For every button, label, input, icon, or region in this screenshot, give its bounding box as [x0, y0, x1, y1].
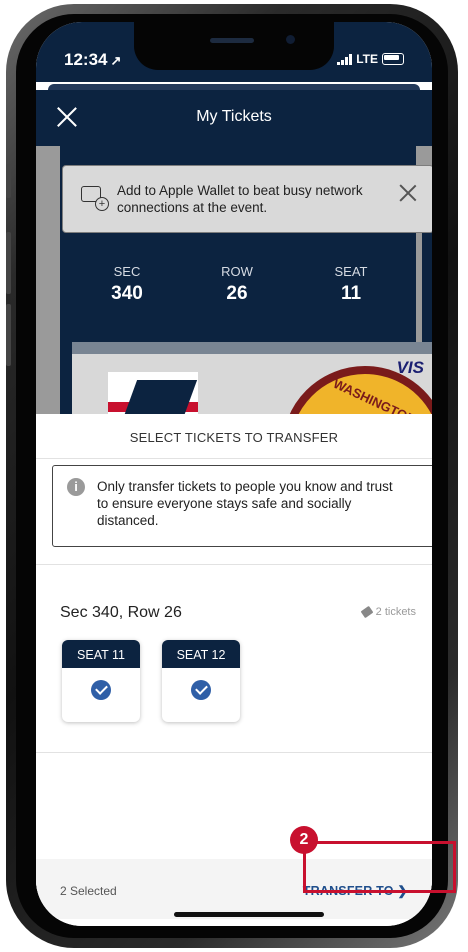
- wallet-add-icon: [81, 186, 109, 211]
- wallet-banner-text: Add to Apple Wallet to beat busy network…: [117, 183, 363, 215]
- seat-label: SEAT: [334, 264, 368, 279]
- highlight-box: [303, 841, 456, 893]
- status-indicators: LTE: [337, 52, 404, 66]
- ticket-tag-icon: [360, 605, 374, 619]
- ticket-section: SEC 340: [82, 264, 172, 305]
- divider: [36, 752, 432, 753]
- checkmark-icon[interactable]: [91, 680, 111, 700]
- ticket-seat: SEAT 11: [306, 264, 396, 305]
- safety-notice: i Only transfer tickets to people you kn…: [52, 465, 432, 547]
- section-value: 340: [111, 283, 143, 304]
- notice-text: Only transfer tickets to people you know…: [97, 479, 393, 528]
- network-label: LTE: [356, 52, 378, 66]
- volume-up-button: [6, 232, 11, 294]
- checkmark-icon[interactable]: [191, 680, 211, 700]
- divider: [36, 564, 432, 565]
- game-artwork: WASHINGTON VIS: [72, 342, 432, 422]
- front-camera: [286, 35, 295, 44]
- seat-value: 11: [340, 283, 362, 304]
- modal-header: My Tickets: [36, 90, 432, 146]
- battery-icon: [382, 53, 404, 65]
- apple-wallet-banner[interactable]: Add to Apple Wallet to beat busy network…: [62, 165, 432, 233]
- section-label: SEC: [113, 264, 141, 279]
- phone-notch: [134, 22, 334, 70]
- signal-icon: [337, 53, 353, 65]
- row-label: ROW: [221, 264, 253, 279]
- selected-count: 2 Selected: [60, 884, 117, 898]
- crowd-stripe: [72, 342, 432, 354]
- seat-card-11[interactable]: SEAT 11: [62, 640, 140, 722]
- row-heading: Sec 340, Row 26: [60, 604, 182, 621]
- page-title: My Tickets: [196, 108, 272, 125]
- location-icon: ↗: [110, 53, 122, 68]
- row-value: 26: [226, 283, 248, 304]
- home-indicator[interactable]: [174, 912, 324, 917]
- divider: [36, 458, 432, 459]
- mute-switch: [6, 164, 11, 198]
- status-bar: 12:34 ↗ LTE: [36, 22, 432, 82]
- info-icon: i: [67, 478, 85, 496]
- time-text: 12:34: [64, 50, 108, 69]
- tickets-count-text: 2 tickets: [375, 606, 416, 618]
- speaker-grill: [210, 38, 254, 43]
- app-screen: 12:34 ↗ LTE My Tickets SEC 340 ROW 26 SEA…: [36, 22, 432, 926]
- step-badge: 2: [290, 826, 318, 854]
- volume-down-button: [6, 304, 11, 366]
- seat-card-12[interactable]: SEAT 12: [162, 640, 240, 722]
- ticket-row: ROW 26: [192, 264, 282, 305]
- sheet-title: SELECT TICKETS TO TRANSFER: [129, 430, 339, 445]
- status-time: 12:34 ↗: [64, 50, 121, 70]
- seat-card-label: SEAT 12: [162, 640, 240, 668]
- visa-logo: VIS: [396, 358, 424, 377]
- close-banner-icon[interactable]: [399, 184, 417, 202]
- tickets-count: 2 tickets: [360, 605, 416, 619]
- seat-card-label: SEAT 11: [62, 640, 140, 668]
